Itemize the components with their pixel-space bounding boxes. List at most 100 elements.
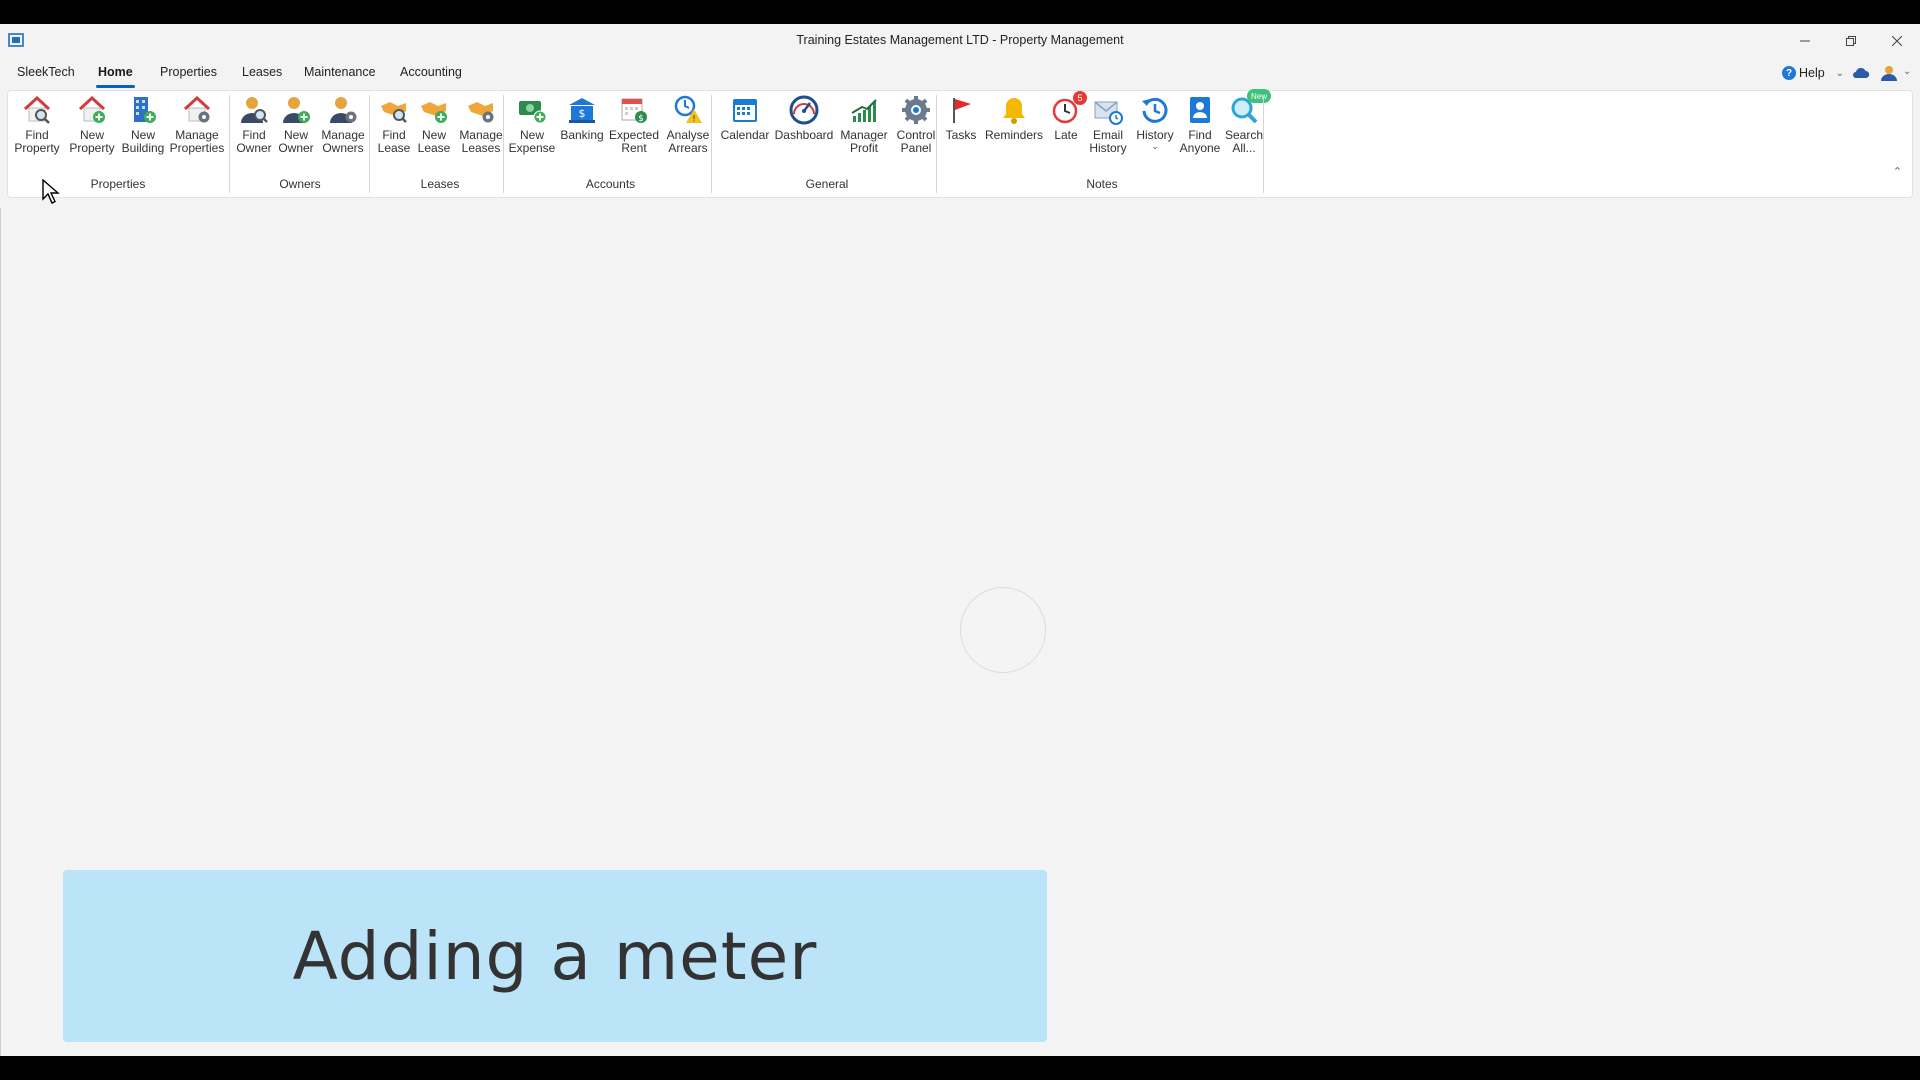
tab-accounting[interactable]: Accounting [400,65,462,79]
manage-properties-button[interactable]: Manage Properties [168,93,226,165]
find-anyone-label: Find Anyone [1179,128,1221,155]
calendar-icon [728,93,762,127]
email-history-button[interactable]: Email History [1085,93,1131,165]
help-menu[interactable]: ? Help ⌄ [1782,66,1844,80]
banking-button[interactable]: $ Banking [558,93,606,165]
dashboard-label: Dashboard [774,128,834,142]
find-lease-label: Find Lease [377,128,411,155]
new-expense-button[interactable]: New Expense [508,93,556,165]
restore-button[interactable] [1828,24,1874,58]
cloud-sync-icon[interactable] [1852,66,1870,80]
find-property-label: Find Property [14,128,60,155]
calendar-money-icon: $ [617,93,651,127]
minimize-button[interactable] [1782,24,1828,58]
calendar-label: Calendar [720,128,770,142]
gear-icon [899,93,933,127]
control-panel-button[interactable]: Control Panel [892,93,940,165]
manager-profit-button[interactable]: Manager Profit [838,93,890,165]
handshake-search-icon [377,93,411,127]
ribbon-group-accounts: New Expense $ Banking $ Expected Rent ! … [504,91,717,197]
new-badge: New [1246,89,1271,103]
clock-alert-icon: 5 [1049,91,1087,127]
new-owner-button[interactable]: New Owner [276,93,316,165]
history-icon [1138,93,1172,127]
reminders-button[interactable]: Reminders [981,93,1047,165]
manage-leases-button[interactable]: Manage Leases [456,93,506,165]
group-divider [1263,95,1264,193]
house-add-icon [75,93,109,127]
chevron-down-icon: ⌄ [1835,67,1845,79]
group-label-leases: Leases [420,177,460,191]
new-building-button[interactable]: New Building [118,93,168,165]
growth-chart-icon [847,93,881,127]
window-title: Training Estates Management LTD - Proper… [796,33,1124,47]
group-label-general: General [805,177,849,191]
ribbon-group-owners: Find Owner New Owner Manage Owners Owner… [230,91,370,197]
user-chevron-icon[interactable]: ⌄ [1903,66,1911,77]
house-search-icon [20,93,54,127]
dashboard-button[interactable]: Dashboard [774,93,834,165]
manage-owners-button[interactable]: Manage Owners [318,93,368,165]
find-anyone-button[interactable]: Find Anyone [1177,93,1223,165]
flag-icon [944,93,978,127]
help-label: Help [1799,66,1825,80]
find-owner-button[interactable]: Find Owner [234,93,274,165]
tab-maintenance[interactable]: Maintenance [304,65,376,79]
find-lease-button[interactable]: Find Lease [374,93,414,165]
building-add-icon [126,93,160,127]
manage-leases-label: Manage Leases [459,128,503,155]
control-panel-label: Control Panel [896,128,936,155]
person-search-icon [237,93,271,127]
new-lease-button[interactable]: New Lease [414,93,454,165]
ribbon-group-leases: Find Lease New Lease Manage Leases Lease… [370,91,510,197]
minimize-icon [1800,40,1810,42]
history-button[interactable]: History ⌄ [1133,93,1177,165]
user-avatar-icon[interactable] [1880,64,1898,82]
person-add-icon [279,93,313,127]
close-button[interactable] [1874,24,1920,58]
new-owner-label: New Owner [278,128,314,155]
expected-rent-label: Expected Rent [608,128,660,155]
new-expense-label: New Expense [508,128,556,155]
find-property-button[interactable]: Find Property [14,93,60,165]
banking-label: Banking [560,128,604,142]
expected-rent-button[interactable]: $ Expected Rent [608,93,660,165]
house-gear-icon [180,93,214,127]
search-icon: New [1227,89,1271,127]
tab-home[interactable]: Home [96,65,135,88]
tab-sleektech[interactable]: SleekTech [17,65,75,79]
analyse-arrears-button[interactable]: ! Analyse Arrears [662,93,714,165]
bank-icon: $ [565,93,599,127]
history-dropdown-chevron-icon[interactable]: ⌄ [1151,142,1159,151]
gauge-icon [787,93,821,127]
bell-icon [997,93,1031,127]
svg-text:$: $ [638,114,644,124]
envelope-clock-icon [1091,93,1125,127]
new-lease-label: New Lease [417,128,451,155]
tab-properties[interactable]: Properties [160,65,217,79]
search-all-label: Search All... [1224,128,1264,155]
clock-warning-icon: ! [671,93,705,127]
close-icon [1892,36,1902,46]
calendar-button[interactable]: Calendar [720,93,770,165]
manager-profit-label: Manager Profit [840,128,888,155]
reminders-label: Reminders [984,128,1044,142]
person-gear-icon [326,93,360,127]
collapse-ribbon-chevron-up-icon[interactable]: ⌃ [1893,165,1902,178]
tasks-button[interactable]: Tasks [941,93,981,165]
new-building-label: New Building [121,128,165,155]
handshake-add-icon [417,93,451,127]
loading-spinner [960,587,1046,673]
tasks-label: Tasks [945,128,977,142]
late-button[interactable]: 5 Late [1047,91,1087,165]
svg-text:$: $ [579,107,586,120]
restore-icon [1846,36,1856,46]
svg-text:!: ! [692,115,696,125]
tab-leases[interactable]: Leases [242,65,282,79]
menu-bar: SleekTech Home Properties Leases Mainten… [0,58,1920,88]
new-property-button[interactable]: New Property [66,93,118,165]
search-all-button[interactable]: New Search All... [1223,89,1271,165]
analyse-arrears-label: Analyse Arrears [666,128,710,155]
caption-text: Adding a meter [292,917,818,995]
late-label: Late [1054,128,1078,142]
